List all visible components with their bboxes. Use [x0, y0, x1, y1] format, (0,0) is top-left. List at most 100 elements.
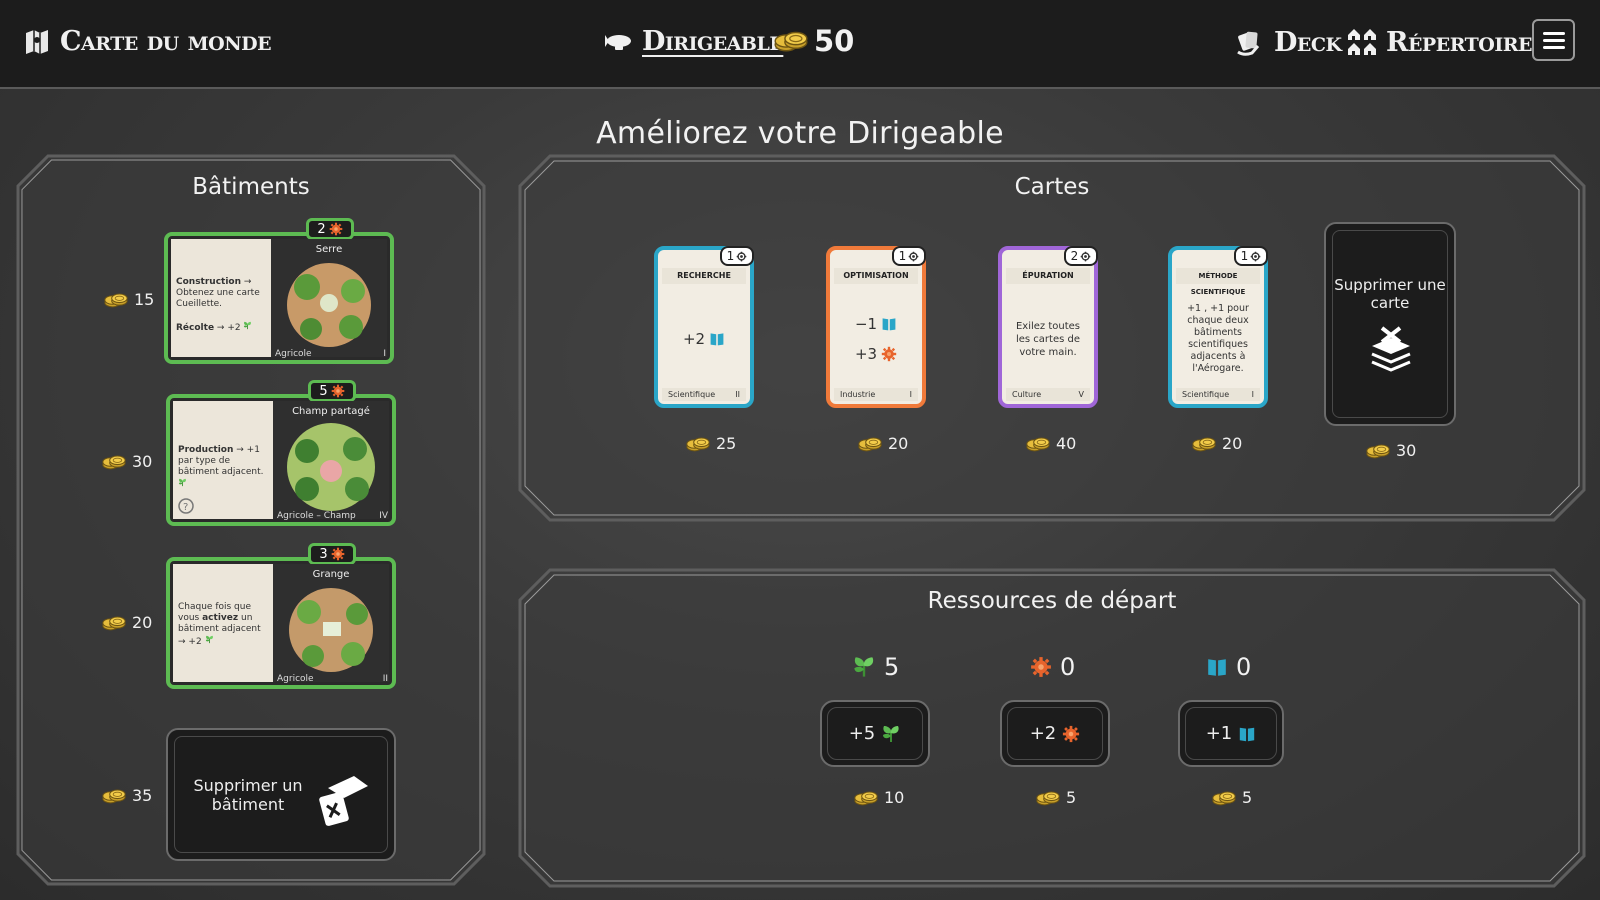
- airship-label: Dirigeable: [642, 26, 784, 57]
- leaf-icon: [205, 635, 214, 644]
- coins-icon: [686, 436, 710, 452]
- building-description: Production → +1 par type de bâtiment adj…: [173, 401, 273, 519]
- delete-card-button[interactable]: Supprimer une carte: [1324, 222, 1456, 426]
- building-price: 15: [104, 290, 154, 309]
- coins-icon: [1036, 790, 1060, 806]
- deck-nav[interactable]: Deck: [1234, 26, 1342, 58]
- building-illustration: Serre: [271, 239, 387, 357]
- building-illustration: Grange: [273, 564, 389, 682]
- book-icon: [881, 316, 897, 332]
- card-cost-badge: 1: [720, 246, 754, 266]
- directory-label: Répertoire: [1386, 26, 1533, 58]
- building-card-serre[interactable]: 2 Construction → Obtenez une carte Cueil…: [164, 218, 394, 364]
- cost-gear-icon: [1250, 251, 1261, 262]
- card-effect: +2: [666, 294, 742, 384]
- building-price: 30: [102, 452, 152, 471]
- cost-gear-icon: [1080, 251, 1091, 262]
- gear-cog-icon: [329, 222, 343, 236]
- hamburger-menu-icon: [1542, 31, 1565, 35]
- card-cost-badge: 2: [1064, 246, 1098, 266]
- top-nav-bar: Carte du monde Dirigeable 50 Deck Répert: [0, 0, 1600, 89]
- cost-gear-icon: [736, 251, 747, 262]
- coins-icon: [102, 788, 126, 804]
- delete-building-button[interactable]: Supprimer un bâtiment: [166, 728, 396, 861]
- gear-cog-icon: [331, 547, 345, 561]
- coins-icon: [1026, 436, 1050, 452]
- world-map-label: Carte du monde: [60, 26, 272, 57]
- delete-card-label: Supprimer une carte: [1334, 276, 1446, 312]
- card-methode-scientifique[interactable]: MÉTHODE SCIENTIFIQUE 1 +1 , +1 pour chaq…: [1168, 246, 1268, 408]
- card-effect: −1 +3: [838, 294, 914, 384]
- card-effect: Exilez toutes les cartes de votre main.: [1015, 320, 1081, 358]
- building-cost-badge: 2: [306, 218, 354, 240]
- card-price: 20: [858, 434, 908, 453]
- gear-cog-icon: [1030, 656, 1052, 678]
- card-optimisation[interactable]: OPTIMISATION 1 −1 +3 Industrie I: [826, 246, 926, 408]
- gear-price: 5: [1036, 788, 1076, 807]
- leaf-price: 10: [854, 788, 904, 807]
- building-name: Serre: [315, 244, 343, 255]
- coins-icon: [1366, 443, 1390, 459]
- card-name: ÉPURATION: [1006, 268, 1090, 284]
- buildings-title: Bâtiments: [192, 174, 310, 200]
- cards-panel: Cartes RECHERCHE 1 +2 Scientifique II 25…: [518, 154, 1586, 522]
- resources-title: Ressources de départ: [927, 588, 1177, 614]
- coins-icon: [102, 615, 126, 631]
- add-leaf-button[interactable]: +5: [820, 700, 930, 767]
- coins-icon: [1212, 790, 1236, 806]
- card-footer: Industrie I: [834, 388, 918, 401]
- card-epuration[interactable]: ÉPURATION 2 Exilez toutes les cartes de …: [998, 246, 1098, 408]
- map-icon: [26, 29, 48, 54]
- card-recherche[interactable]: RECHERCHE 1 +2 Scientifique II: [654, 246, 754, 408]
- building-card-champ-partage[interactable]: 5 Production → +1 par type de bâtiment a…: [166, 380, 396, 526]
- building-name: Champ partagé: [292, 406, 370, 417]
- resource-book-value: 0: [1206, 653, 1251, 681]
- book-icon: [709, 331, 725, 347]
- delete-card-icon: [1371, 326, 1411, 372]
- coins-counter: 50: [774, 24, 854, 58]
- card-name: MÉTHODE SCIENTIFIQUE: [1176, 268, 1260, 296]
- building-footer: Agricole – Champ IV: [277, 511, 388, 521]
- card-price: 25: [686, 434, 736, 453]
- book-icon: [1206, 656, 1228, 678]
- buildings-panel: Bâtiments 15 2 Construction → Obtenez un…: [16, 154, 486, 886]
- building-cost-badge: 3: [308, 543, 356, 565]
- airship-nav[interactable]: Dirigeable: [602, 26, 784, 57]
- building-footer: Agricole I: [275, 349, 386, 359]
- cards-title: Cartes: [1014, 174, 1090, 200]
- add-gear-button[interactable]: +2: [1000, 700, 1110, 767]
- delete-building-price: 35: [102, 786, 152, 805]
- building-illustration: Champ partagé: [273, 401, 389, 519]
- world-map-nav[interactable]: Carte du monde: [22, 26, 272, 57]
- delete-building-label: Supprimer un bâtiment: [193, 776, 303, 814]
- directory-nav[interactable]: Répertoire: [1346, 26, 1533, 58]
- page-title: Améliorez votre Dirigeable: [596, 116, 1004, 151]
- leaf-icon: [178, 478, 187, 487]
- building-name: Grange: [312, 569, 350, 580]
- gear-cog-icon: [881, 346, 897, 362]
- leaf-icon: [243, 321, 252, 330]
- card-footer: Scientifique I: [1176, 388, 1260, 401]
- svg-text:?: ?: [183, 502, 188, 513]
- coins-icon: [102, 454, 126, 470]
- card-cost-badge: 1: [1234, 246, 1268, 266]
- building-card-grange[interactable]: 3 Chaque fois que vous activez un bâtime…: [166, 543, 396, 689]
- building-description: Construction → Obtenez une carte Cueille…: [171, 239, 271, 357]
- buildings-icon: [1348, 29, 1376, 55]
- hamburger-menu-button[interactable]: [1532, 19, 1575, 61]
- coins-icon: [774, 29, 808, 53]
- cost-gear-icon: [908, 251, 919, 262]
- building-description: Chaque fois que vous activez un bâtiment…: [173, 564, 273, 682]
- card-price: 40: [1026, 434, 1076, 453]
- delete-card-price: 30: [1366, 441, 1416, 460]
- building-cost-badge: 5: [308, 380, 356, 402]
- coins-icon: [1192, 436, 1216, 452]
- resource-gear-value: 0: [1030, 653, 1075, 681]
- card-name: RECHERCHE: [662, 268, 746, 284]
- card-footer: Scientifique II: [662, 388, 746, 401]
- coins-icon: [104, 292, 128, 308]
- add-book-button[interactable]: +1: [1178, 700, 1284, 767]
- building-price: 20: [102, 613, 152, 632]
- card-name: OPTIMISATION: [834, 268, 918, 284]
- card-cost-badge: 1: [892, 246, 926, 266]
